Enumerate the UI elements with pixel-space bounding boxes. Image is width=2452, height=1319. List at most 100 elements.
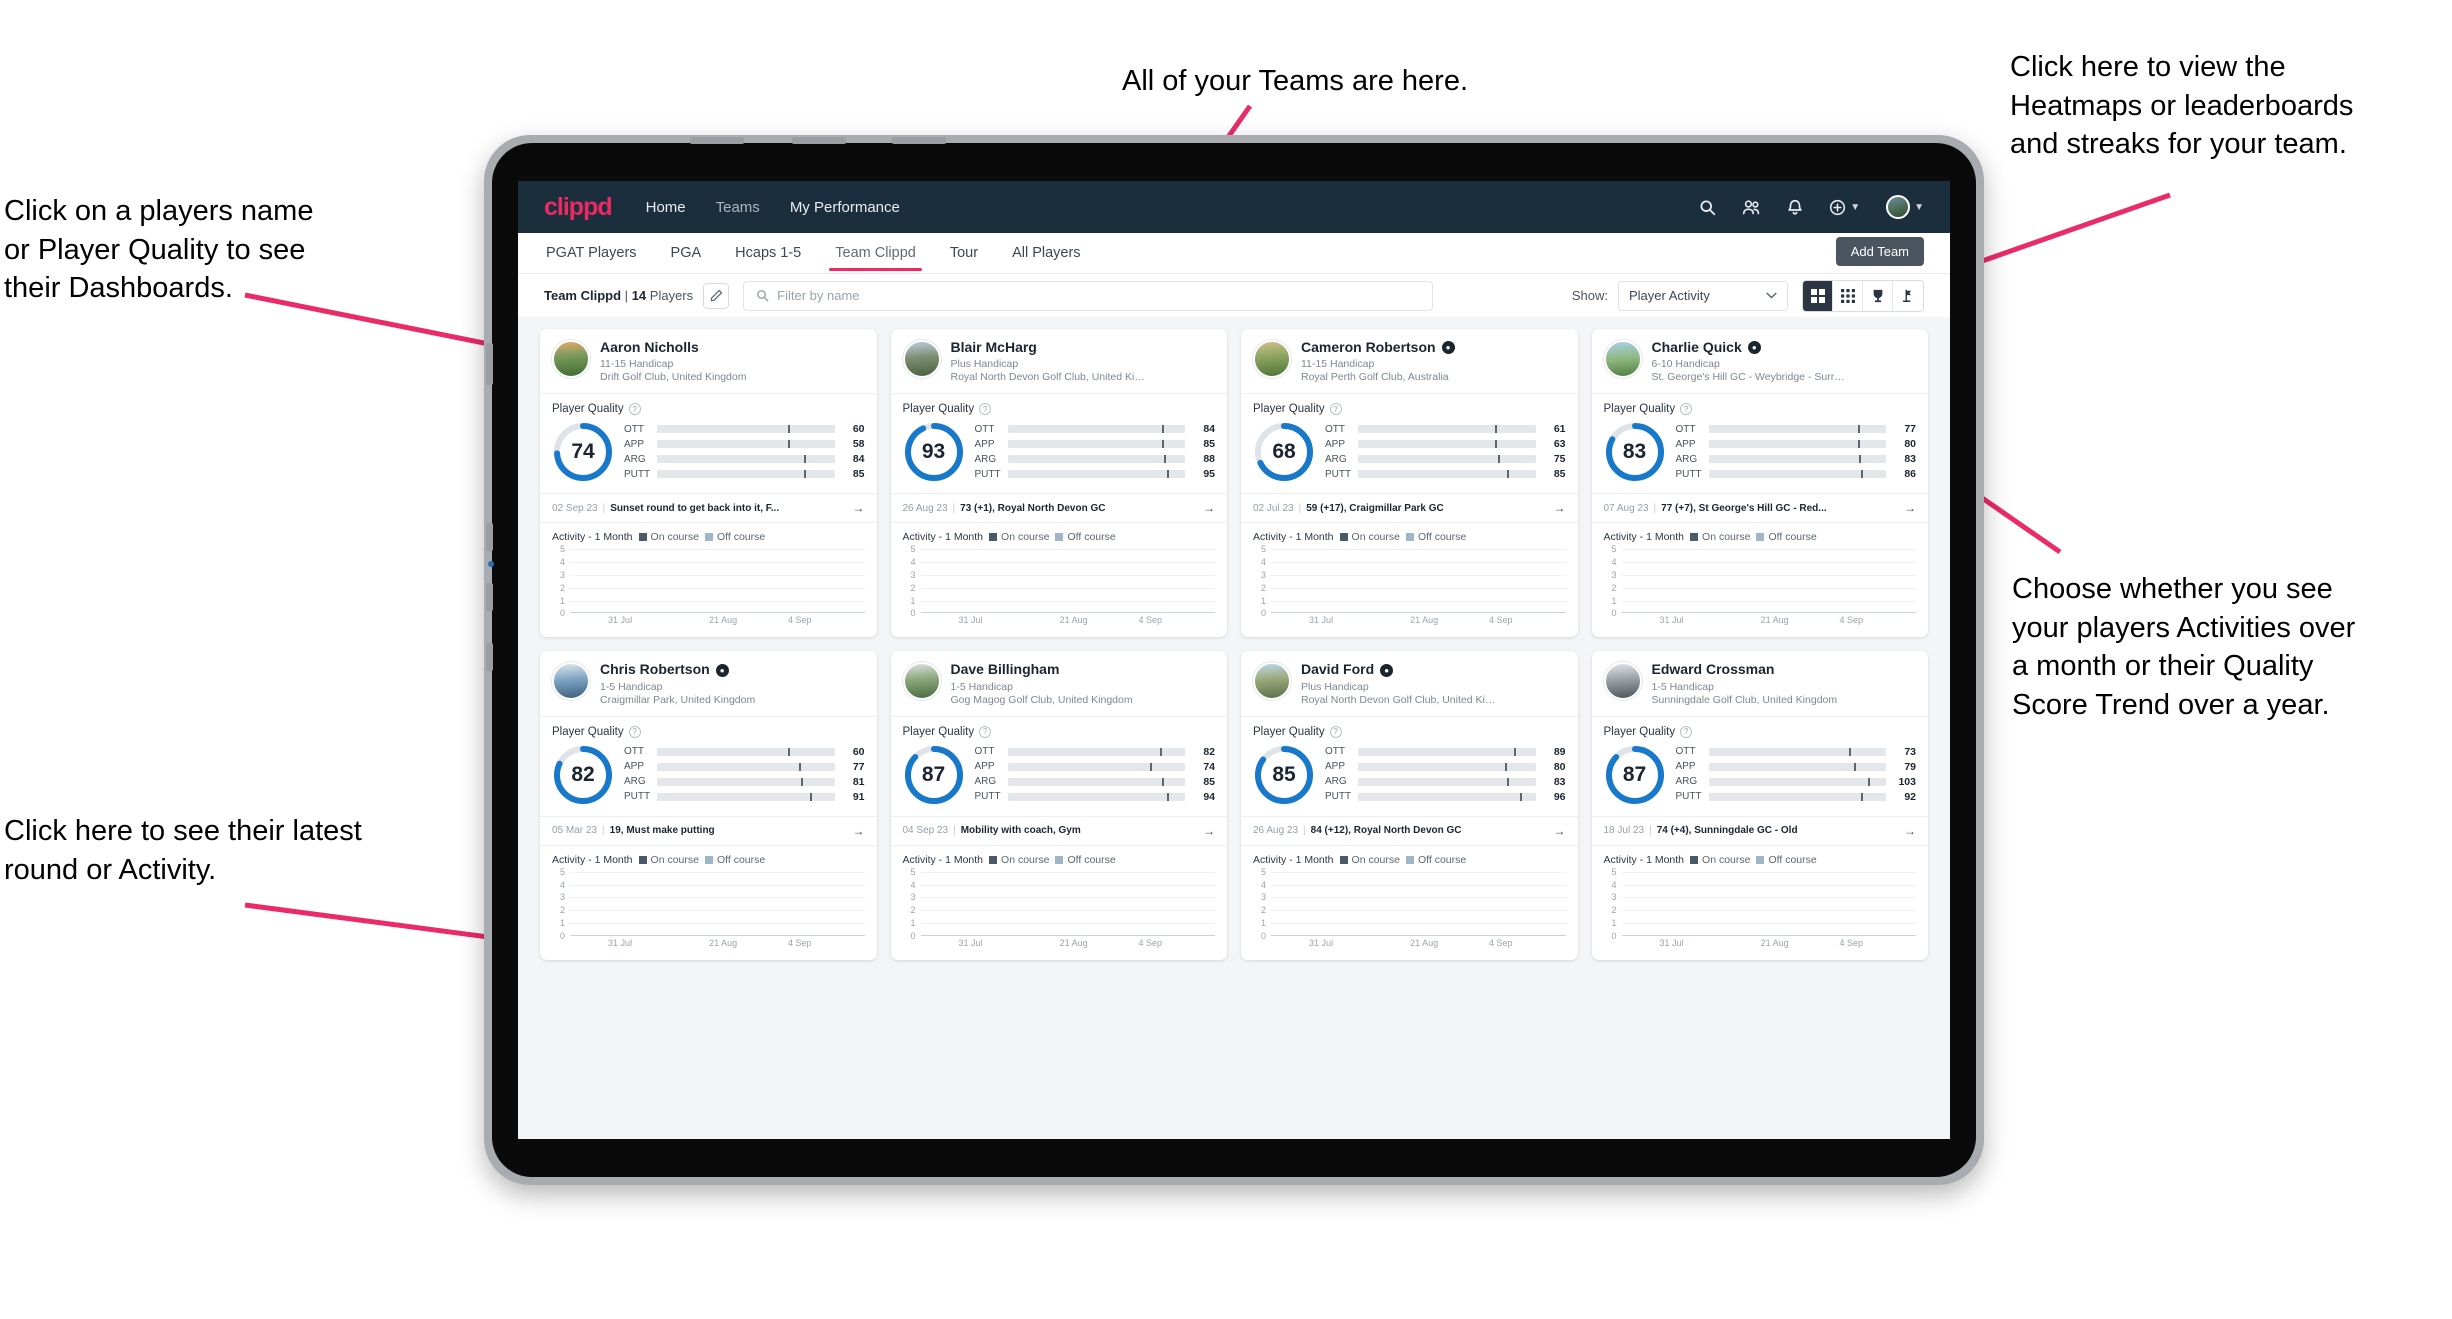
player-name[interactable]: Charlie Quick (1652, 339, 1742, 355)
latest-round-row[interactable]: 26 Aug 23 | 84 (+12), Royal North Devon GC… (1241, 815, 1578, 845)
nav-link-my-performance[interactable]: My Performance (790, 199, 900, 216)
help-icon[interactable]: ? (628, 725, 641, 738)
player-card[interactable]: Aaron Nicholls 11-15 Handicap Drift Golf C… (540, 329, 877, 638)
player-card-header[interactable]: Cameron Robertson ● 11-15 Handicap Royal Pe… (1241, 329, 1578, 393)
player-card[interactable]: Blair McHarg Plus Handicap Royal North Dev… (890, 329, 1228, 638)
legend-off-course: Off course (1756, 854, 1817, 866)
x-tick-label: 4 Sep (1488, 615, 1513, 626)
avatar-menu[interactable]: ▼ (1886, 195, 1924, 219)
player-name-row[interactable]: Blair McHarg (951, 339, 1146, 355)
help-icon[interactable]: ? (1680, 403, 1693, 416)
player-name[interactable]: Cameron Robertson (1301, 339, 1436, 355)
help-icon[interactable]: ? (628, 403, 641, 416)
people-icon[interactable] (1742, 199, 1761, 216)
player-name-row[interactable]: Cameron Robertson ● (1301, 339, 1455, 355)
arrow-right-icon[interactable]: → (853, 501, 865, 515)
player-card-header[interactable]: David Ford ● Plus Handicap Royal North Devo… (1241, 651, 1578, 715)
player-card-header[interactable]: Aaron Nicholls 11-15 Handicap Drift Golf C… (540, 329, 877, 393)
player-card-header[interactable]: Chris Robertson ● 1-5 Handicap Craigmillar … (540, 651, 877, 715)
latest-round-row[interactable]: 07 Aug 23 | 77 (+7), St George's Hill GC -… (1591, 493, 1928, 522)
x-tick-label: 4 Sep (1488, 937, 1513, 948)
help-icon[interactable]: ? (1329, 725, 1342, 738)
player-name[interactable]: Aaron Nicholls (600, 339, 699, 355)
arrow-right-icon[interactable]: → (1904, 824, 1916, 838)
edit-team-button[interactable] (703, 282, 730, 309)
latest-round-row[interactable]: 04 Sep 23 | Mobility with coach, Gym → (890, 815, 1227, 845)
arrow-right-icon[interactable]: → (1554, 824, 1566, 838)
metric-row: OTT 73 (1676, 745, 1917, 759)
player-name[interactable]: Edward Crossman (1652, 661, 1775, 677)
help-icon[interactable]: ? (1680, 725, 1693, 738)
add-circle-icon[interactable]: ▼ (1829, 199, 1860, 216)
tab-hcaps-1-5[interactable]: Hcaps 1-5 (733, 236, 803, 270)
player-quality-section[interactable]: Player Quality? 83 OTT 77 APP 80 ARG 83 PUTT 86 (1591, 393, 1928, 493)
tab-tour[interactable]: Tour (948, 236, 980, 270)
player-name[interactable]: Blair McHarg (951, 339, 1037, 355)
player-card[interactable]: Chris Robertson ● 1-5 Handicap Craigmillar … (540, 651, 877, 960)
metric-value: 85 (1553, 468, 1566, 481)
arrow-right-icon[interactable]: → (1203, 501, 1215, 515)
grid-small-view-button[interactable] (1833, 280, 1863, 311)
player-name-row[interactable]: Dave Billingham (951, 661, 1133, 677)
search-box[interactable] (743, 280, 1434, 311)
player-card[interactable]: David Ford ● Plus Handicap Royal North Devo… (1241, 651, 1578, 960)
latest-round-row[interactable]: 02 Sep 23 | Sunset round to get back into … (540, 493, 877, 522)
metric-benchmark-tick (1498, 455, 1501, 464)
arrow-right-icon[interactable]: → (853, 824, 865, 838)
help-icon[interactable]: ? (979, 403, 992, 416)
x-tick-label: 31 Jul (1659, 615, 1684, 626)
player-quality-section[interactable]: Player Quality? 87 OTT 73 APP 79 ARG 103 PUTT 92 (1591, 715, 1928, 816)
player-quality-section[interactable]: Player Quality? 82 OTT 60 APP 77 ARG 81 PUTT 91 (540, 715, 877, 816)
clippd-logo[interactable]: clippd (544, 193, 613, 222)
bell-icon[interactable] (1787, 198, 1803, 216)
tab-all-players[interactable]: All Players (1010, 236, 1083, 270)
player-avatar (1603, 662, 1642, 701)
flag-heatmap-button[interactable] (1893, 280, 1923, 311)
latest-round-row[interactable]: 05 Mar 23 | 19, Must make putting → (540, 815, 877, 845)
player-quality-section[interactable]: Player Quality? 87 OTT 82 APP 74 ARG 85 PUTT 94 (890, 715, 1227, 816)
player-card-header[interactable]: Dave Billingham 1-5 Handicap Gog Magog Gol… (891, 651, 1228, 715)
player-card[interactable]: Dave Billingham 1-5 Handicap Gog Magog Gol… (890, 651, 1228, 960)
player-card-header[interactable]: Edward Crossman 1-5 Handicap Sunningdale G… (1592, 651, 1929, 715)
arrow-right-icon[interactable]: → (1203, 824, 1215, 838)
arrow-right-icon[interactable]: → (1554, 501, 1566, 515)
grid-large-view-button[interactable] (1803, 280, 1833, 311)
metric-benchmark-tick (799, 762, 801, 771)
arrow-right-icon[interactable]: → (1904, 501, 1916, 515)
help-icon[interactable]: ? (1329, 403, 1342, 416)
nav-link-teams[interactable]: Teams (716, 199, 760, 216)
trophy-leaderboard-button[interactable] (1863, 280, 1893, 311)
nav-link-home[interactable]: Home (646, 199, 686, 216)
player-quality-section[interactable]: Player Quality? 74 OTT 60 APP 58 ARG 84 PUTT 85 (540, 393, 877, 493)
player-quality-section[interactable]: Player Quality? 85 OTT 89 APP 80 ARG 83 PUTT 96 (1241, 715, 1578, 816)
tab-pgat-players[interactable]: PGAT Players (544, 236, 639, 270)
player-card[interactable]: Charlie Quick ● 6-10 Handicap St. George's … (1591, 329, 1929, 638)
player-name-row[interactable]: Edward Crossman (1652, 661, 1838, 677)
player-name-row[interactable]: David Ford ● (1301, 661, 1496, 677)
tab-team-clippd[interactable]: Team Clippd (829, 236, 922, 271)
add-team-button[interactable]: Add Team (1835, 237, 1924, 266)
metric-bar-track (1708, 747, 1886, 756)
player-card-header[interactable]: Charlie Quick ● 6-10 Handicap St. George's … (1592, 329, 1929, 393)
player-quality-section[interactable]: Player Quality? 93 OTT 84 APP 85 ARG 88 PUTT 95 (890, 393, 1227, 493)
search-input[interactable] (777, 288, 1421, 303)
search-icon[interactable] (1699, 199, 1716, 216)
tab-pga[interactable]: PGA (669, 236, 704, 270)
player-name[interactable]: Dave Billingham (951, 661, 1060, 677)
player-name-row[interactable]: Chris Robertson ● (600, 661, 755, 677)
gridline (570, 884, 865, 886)
player-name-row[interactable]: Aaron Nicholls (600, 339, 746, 355)
player-quality-section[interactable]: Player Quality? 68 OTT 61 APP 63 ARG 75 PUTT 85 (1241, 393, 1578, 493)
player-card[interactable]: Cameron Robertson ● 11-15 Handicap Royal Pe… (1241, 329, 1578, 638)
player-card[interactable]: Edward Crossman 1-5 Handicap Sunningdale G… (1591, 651, 1929, 960)
latest-round-row[interactable]: 02 Jul 23 | 59 (+17), Craigmillar Park GC → (1241, 493, 1578, 522)
player-name[interactable]: Chris Robertson (600, 661, 710, 677)
x-tick-label: 21 Aug (1760, 937, 1789, 948)
player-card-header[interactable]: Blair McHarg Plus Handicap Royal North Dev… (891, 329, 1228, 393)
help-icon[interactable]: ? (979, 725, 992, 738)
show-select[interactable]: Player Activity (1618, 280, 1788, 311)
latest-round-row[interactable]: 18 Jul 23 | 74 (+4), Sunningdale GC - Old → (1591, 815, 1928, 845)
player-name-row[interactable]: Charlie Quick ● (1652, 339, 1847, 355)
latest-round-row[interactable]: 26 Aug 23 | 73 (+1), Royal North Devon GC → (890, 493, 1227, 522)
player-name[interactable]: David Ford (1301, 661, 1374, 677)
